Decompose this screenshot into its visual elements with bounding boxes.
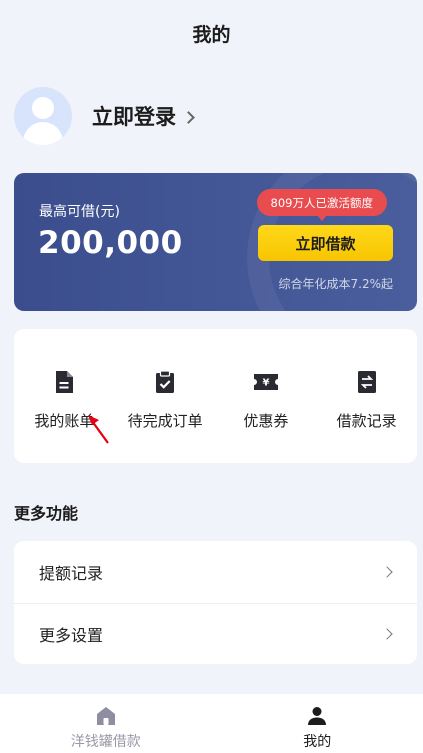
more-features-title: 更多功能 [14, 504, 79, 523]
shortcut-label: 待完成订单 [127, 412, 203, 430]
shortcut-panel: 我的账单 待完成订单 ¥ 优惠券 借款记录 [14, 329, 417, 463]
user-icon [308, 707, 327, 725]
clipboard-check-icon [156, 370, 175, 393]
page-title: 我的 [192, 23, 231, 46]
shortcut-pending-orders[interactable]: 待完成订单 [115, 329, 216, 463]
login-label: 立即登录 [92, 105, 176, 129]
avatar[interactable] [14, 87, 72, 145]
chevron-right-icon [182, 110, 195, 124]
shortcut-coupons[interactable]: ¥ 优惠券 [216, 329, 317, 463]
credit-amount: 200,000 [38, 225, 183, 261]
page-header: 我的 [0, 0, 423, 66]
credit-limit-label: 最高可借(元) [39, 204, 120, 220]
menu-item-more-settings[interactable]: 更多设置 [14, 602, 417, 665]
menu-item-label: 更多设置 [39, 625, 104, 645]
coupon-icon: ¥ [253, 374, 278, 390]
activated-users-badge: 809万人已激活额度 [256, 189, 387, 221]
bill-icon [56, 371, 74, 393]
login-link[interactable]: 立即登录 [92, 101, 195, 131]
shortcut-loan-records[interactable]: 借款记录 [316, 329, 417, 463]
tab-mine[interactable]: 我的 [212, 694, 423, 753]
shortcut-label: 优惠券 [243, 412, 289, 430]
tab-label: 洋钱罐借款 [70, 734, 141, 750]
profile-row[interactable]: 立即登录 [0, 74, 423, 158]
annual-rate-text: 综合年化成本7.2%起 [278, 277, 394, 291]
exchange-record-icon [357, 371, 376, 393]
shortcut-label: 借款记录 [336, 412, 397, 430]
borrow-now-button[interactable]: 立即借款 [258, 225, 393, 261]
more-features-menu: 提额记录 更多设置 [14, 541, 417, 664]
menu-item-limit-records[interactable]: 提额记录 [14, 541, 417, 603]
chevron-right-icon [381, 566, 393, 578]
tab-loan-home[interactable]: 洋钱罐借款 [0, 694, 212, 753]
bottom-tab-bar: 洋钱罐借款 我的 [0, 694, 423, 753]
menu-item-label: 提额记录 [39, 563, 104, 583]
tab-label: 我的 [303, 734, 332, 750]
credit-card: 最高可借(元) 200,000 809万人已激活额度 立即借款 综合年化成本7.… [14, 173, 417, 311]
pointer-arrow-icon [88, 415, 109, 444]
svg-text:¥: ¥ [262, 378, 269, 389]
chevron-right-icon [381, 628, 393, 640]
home-icon [96, 707, 115, 725]
